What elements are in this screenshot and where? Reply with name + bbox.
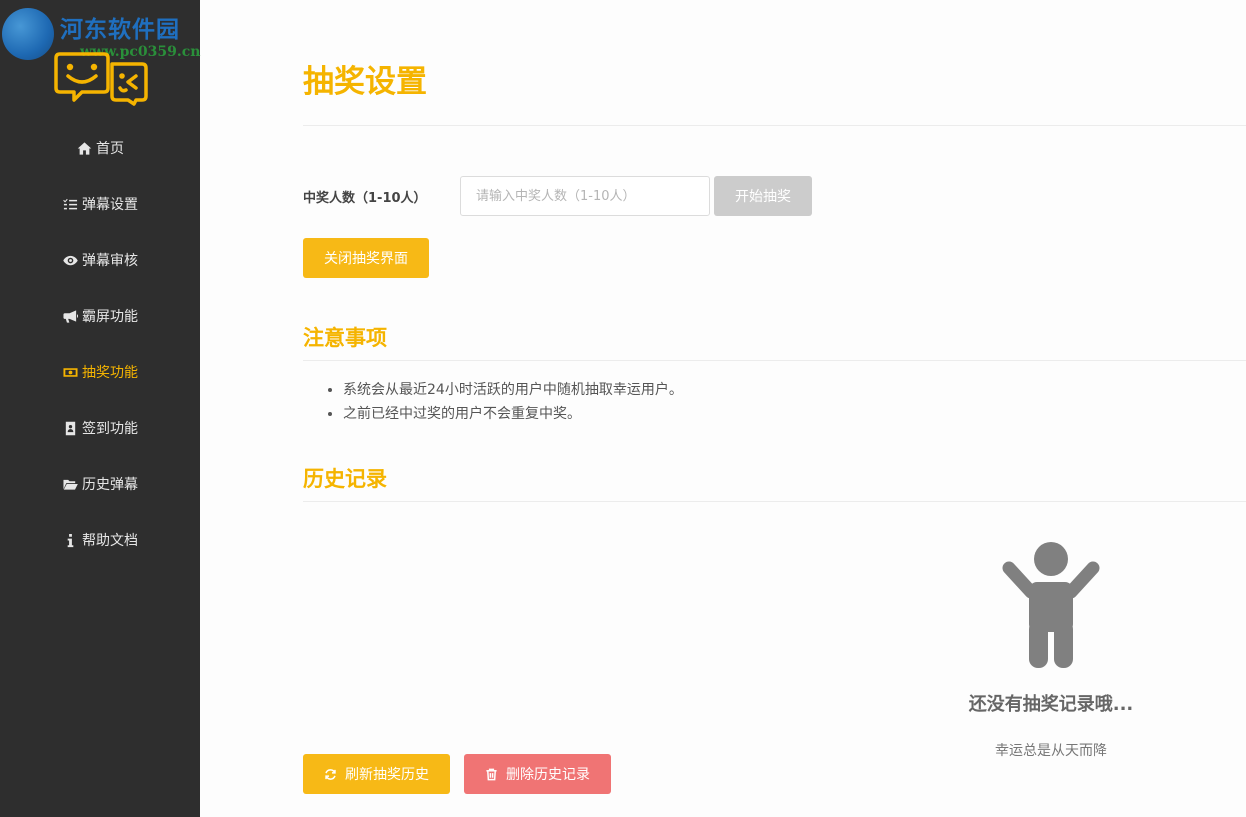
sidebar-nav: 首页 弹幕设置 弹幕审核 霸屏功能 抽奖功能 签到功能 历史弹幕 帮助文档 xyxy=(0,120,200,568)
sidebar-item-label: 抽奖功能 xyxy=(82,365,138,381)
list-check-icon xyxy=(62,196,78,212)
sidebar-item-help-docs[interactable]: 帮助文档 xyxy=(0,512,200,568)
refresh-icon xyxy=(325,768,336,780)
sidebar-item-label: 帮助文档 xyxy=(82,533,138,549)
notes-section-title: 注意事项 xyxy=(303,326,387,350)
eye-icon xyxy=(62,252,78,268)
refresh-history-button[interactable]: 刷新抽奖历史 xyxy=(303,754,450,794)
history-empty-state: 还没有抽奖记录哦... 幸运总是从天而降 xyxy=(953,540,1149,760)
smile-chat-bubbles-icon xyxy=(54,52,148,106)
divider xyxy=(303,125,1246,126)
sidebar-item-label: 首页 xyxy=(96,141,124,157)
close-lottery-screen-button[interactable]: 关闭抽奖界面 xyxy=(303,238,429,278)
info-icon xyxy=(62,532,78,548)
home-icon xyxy=(76,140,92,156)
money-bill-icon xyxy=(62,364,78,380)
empty-state-title: 还没有抽奖记录哦... xyxy=(968,694,1134,715)
sidebar-item-history-danmu[interactable]: 历史弹幕 xyxy=(0,456,200,512)
sidebar-item-danmu-settings[interactable]: 弹幕设置 xyxy=(0,176,200,232)
page-title: 抽奖设置 xyxy=(303,64,427,100)
folder-open-icon xyxy=(62,476,78,492)
sidebar: 河东软件园 www.pc0359.cn 首页 弹幕设置 弹幕审核 霸屏功能 抽奖… xyxy=(0,0,200,817)
refresh-history-label: 刷新抽奖历史 xyxy=(345,767,429,783)
watermark-logo-icon xyxy=(2,8,54,60)
person-arms-up-icon xyxy=(1002,542,1100,668)
list-item: 系统会从最近24小时活跃的用户中随机抽取幸运用户。 xyxy=(343,378,683,402)
sidebar-item-label: 霸屏功能 xyxy=(82,309,138,325)
winner-count-label: 中奖人数（1-10人） xyxy=(303,191,427,206)
trash-icon xyxy=(486,768,497,780)
list-item: 之前已经中过奖的用户不会重复中奖。 xyxy=(343,402,683,426)
sidebar-item-lottery[interactable]: 抽奖功能 xyxy=(0,344,200,400)
delete-history-label: 删除历史记录 xyxy=(506,767,590,783)
sidebar-item-label: 历史弹幕 xyxy=(82,477,138,493)
divider xyxy=(303,360,1246,361)
delete-history-button[interactable]: 删除历史记录 xyxy=(464,754,611,794)
sidebar-item-danmu-review[interactable]: 弹幕审核 xyxy=(0,232,200,288)
start-lottery-button[interactable]: 开始抽奖 xyxy=(714,176,812,216)
notes-list: 系统会从最近24小时活跃的用户中随机抽取幸运用户。 之前已经中过奖的用户不会重复… xyxy=(343,378,683,426)
sidebar-item-label: 签到功能 xyxy=(82,421,138,437)
sidebar-item-checkin[interactable]: 签到功能 xyxy=(0,400,200,456)
sidebar-item-full-screen[interactable]: 霸屏功能 xyxy=(0,288,200,344)
id-badge-icon xyxy=(62,420,78,436)
divider xyxy=(303,501,1246,502)
watermark-title: 河东软件园 xyxy=(60,16,180,43)
empty-state-subtitle: 幸运总是从天而降 xyxy=(995,743,1107,759)
history-section-title: 历史记录 xyxy=(303,467,387,491)
sidebar-item-home[interactable]: 首页 xyxy=(0,120,200,176)
sidebar-item-label: 弹幕审核 xyxy=(82,253,138,269)
bullhorn-icon xyxy=(62,308,78,324)
sidebar-item-label: 弹幕设置 xyxy=(82,197,138,213)
winner-count-input[interactable] xyxy=(460,176,710,216)
